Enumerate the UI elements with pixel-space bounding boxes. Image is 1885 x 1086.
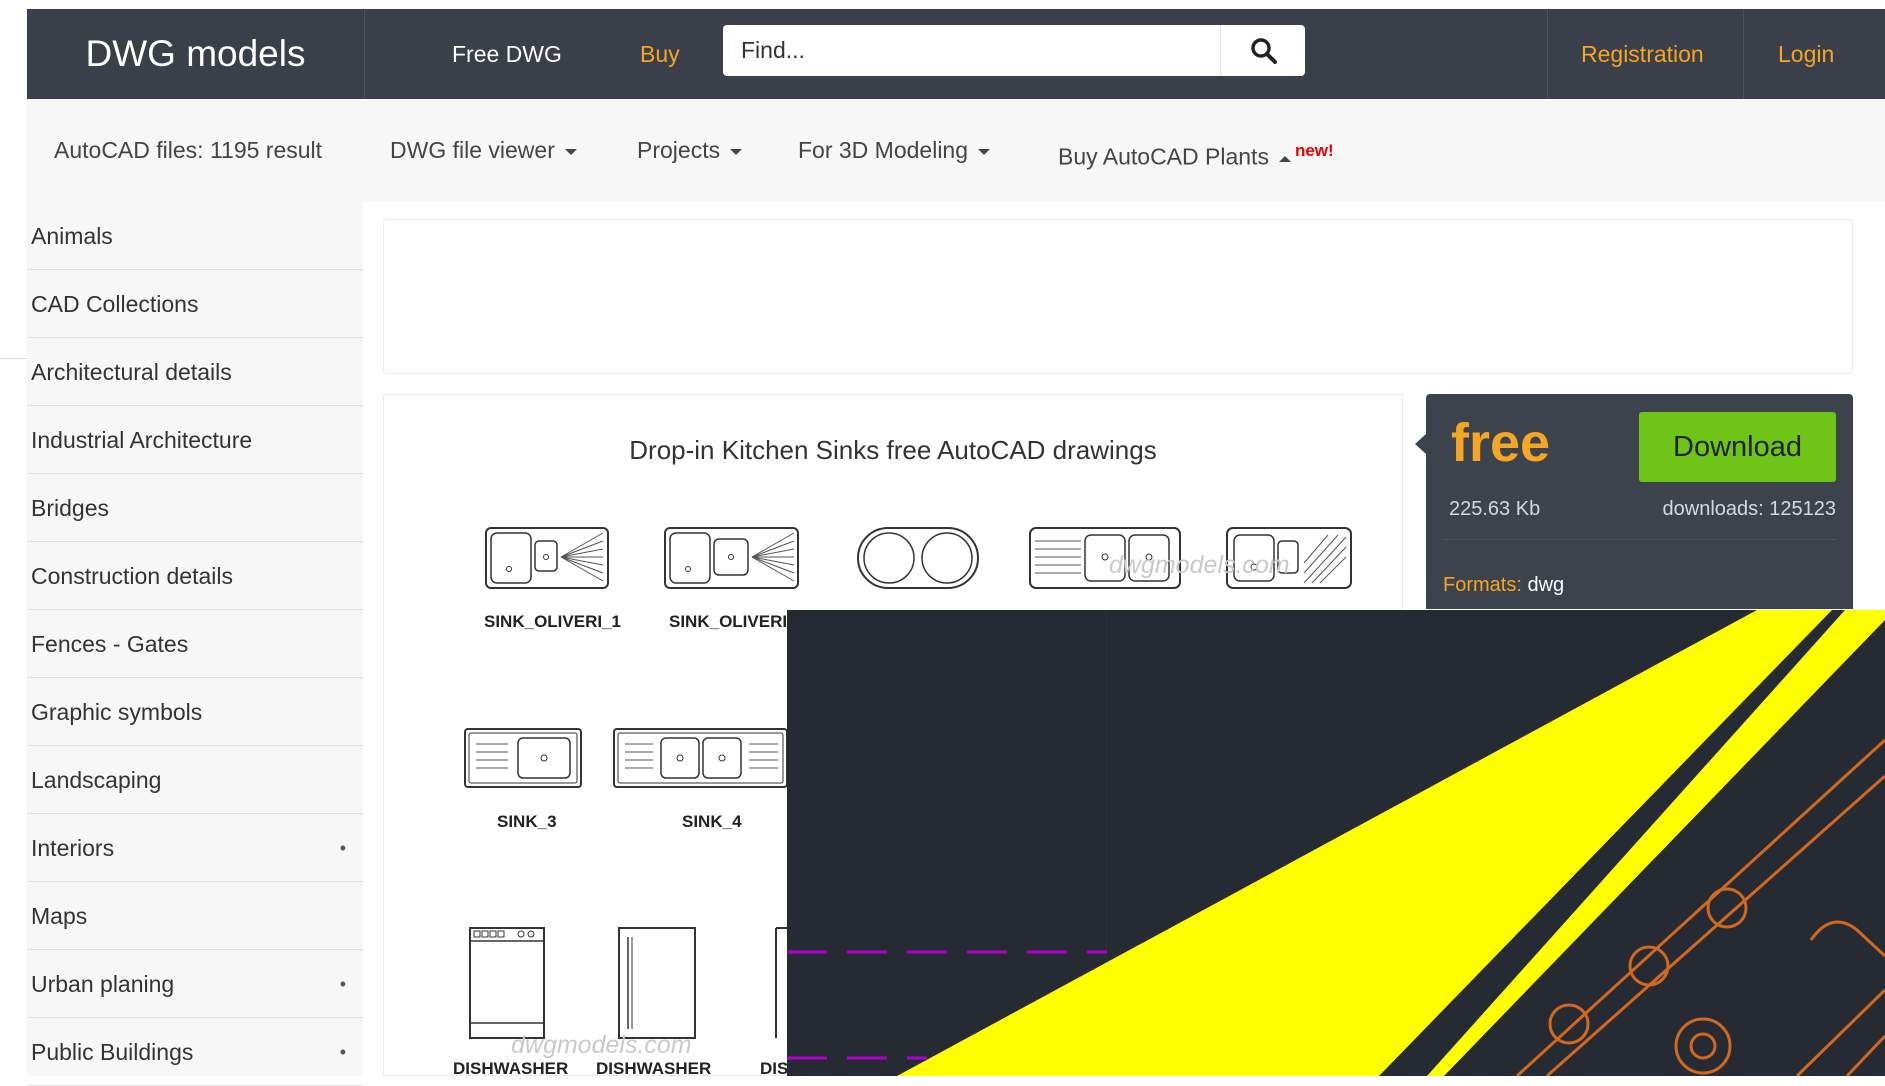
download-button[interactable]: Download (1639, 412, 1836, 482)
dishwasher-side-drawing[interactable] (618, 927, 696, 1039)
thumb-label: DISHWASHER (453, 1059, 569, 1078)
top-header: DWG models Free DWG Buy Find... Registra… (27, 9, 1885, 99)
sink-oliveri-1-drawing[interactable] (485, 527, 609, 589)
dropdown-label: DWG file viewer (390, 137, 555, 163)
sidebar-item-label: Public Buildings (31, 1039, 194, 1065)
sidebar-item-architectural-details[interactable]: Architectural details (27, 338, 363, 406)
header-divider (1743, 9, 1744, 99)
thumb-label: SINK_4 (682, 812, 742, 831)
caret-up-icon (1278, 155, 1291, 162)
download-count: downloads: 125123 (1662, 498, 1836, 520)
search-button[interactable] (1220, 25, 1305, 76)
sidebar-item-industrial-architecture[interactable]: Industrial Architecture (27, 406, 363, 474)
sidebar-item-interiors[interactable]: Interiors • (27, 814, 363, 882)
formats-value: dwg (1527, 574, 1565, 596)
divider (0, 358, 27, 359)
header-divider (364, 9, 365, 99)
download-panel: free Download 225.63 Kb downloads: 12512… (1415, 394, 1853, 609)
sidebar-item-label: Interiors (31, 835, 115, 861)
site-logo[interactable]: DWG models (27, 9, 364, 99)
sidebar-item-urban-planing[interactable]: Urban planing • (27, 950, 363, 1018)
registration-link[interactable]: Registration (1581, 9, 1704, 99)
buy-link[interactable]: Buy (640, 9, 680, 99)
submenu-dot-icon: • (339, 974, 346, 994)
sidebar-item-bridges[interactable]: Bridges (27, 474, 363, 542)
dwg-viewer-dropdown[interactable]: DWG file viewer (390, 99, 577, 202)
dropdown-label: For 3D Modeling (798, 137, 969, 163)
category-sidebar: Animals CAD Collections Architectural de… (27, 202, 363, 1086)
sidebar-item-label: Maps (31, 903, 88, 929)
sidebar-item-label: Fences - Gates (31, 631, 189, 657)
new-badge: new! (1294, 141, 1334, 160)
sink-oliveri-drawing[interactable] (664, 527, 799, 589)
dropdown-label: Buy AutoCAD Plants (1058, 143, 1269, 170)
formats-row: Formats: dwg (1443, 574, 1564, 597)
sink-3-drawing[interactable] (464, 728, 582, 788)
result-count: AutoCAD files: 1195 result (54, 137, 323, 163)
thumb-label: DISHWASHER (596, 1059, 712, 1078)
sink-4-drawing[interactable] (613, 728, 788, 788)
round-double-sink-drawing[interactable] (857, 527, 979, 589)
panel-arrow (1415, 434, 1426, 454)
sidebar-item-label: Bridges (31, 495, 109, 521)
thumb-label: SINK_OLIVERI (669, 612, 788, 631)
header-divider (1547, 9, 1548, 99)
search-icon (1251, 38, 1277, 64)
free-dwg-link[interactable]: Free DWG (452, 9, 562, 99)
file-size: 225.63 Kb (1449, 498, 1541, 520)
formats-label: Formats: (1443, 574, 1522, 596)
divider (1443, 539, 1836, 540)
sidebar-item-graphic-symbols[interactable]: Graphic symbols (27, 678, 363, 746)
projects-dropdown[interactable]: Projects (637, 99, 743, 202)
submenu-dot-icon: • (339, 838, 346, 858)
sidebar-item-label: Urban planing (31, 971, 175, 997)
search-input[interactable]: Find... (723, 25, 1220, 76)
dropdown-label: Projects (637, 137, 721, 163)
sidebar-item-maps[interactable]: Maps (27, 882, 363, 950)
sidebar-item-construction-details[interactable]: Construction details (27, 542, 363, 610)
sidebar-item-landscaping[interactable]: Landscaping (27, 746, 363, 814)
cad-drawing-overlay (787, 610, 1885, 1076)
ad-banner (383, 219, 1853, 374)
sidebar-item-fences-gates[interactable]: Fences - Gates (27, 610, 363, 678)
watermark: dwgmodels.com (1109, 551, 1290, 579)
watermark: dwgmodels.com (511, 1031, 692, 1059)
thumb-label: SINK_3 (497, 812, 557, 831)
sidebar-item-label: Construction details (31, 563, 233, 589)
sidebar-item-label: Graphic symbols (31, 699, 203, 725)
price-label: free (1451, 413, 1551, 473)
sidebar-item-label: CAD Collections (31, 291, 199, 317)
thumb-label: DIS (760, 1059, 789, 1078)
drawing-title: Drop-in Kitchen Sinks free AutoCAD drawi… (629, 435, 1157, 465)
3d-modeling-dropdown[interactable]: For 3D Modeling (798, 99, 991, 202)
login-link[interactable]: Login (1778, 9, 1834, 99)
sidebar-item-label: Landscaping (31, 767, 162, 793)
sidebar-item-animals[interactable]: Animals (27, 202, 363, 270)
sidebar-item-label: Architectural details (31, 359, 232, 385)
dishwasher-front-drawing[interactable] (469, 927, 545, 1039)
caret-down-icon (564, 148, 577, 155)
caret-down-icon (730, 148, 743, 155)
sidebar-item-label: Animals (31, 223, 113, 249)
buy-plants-dropdown[interactable]: Buy AutoCAD Plants new! (1058, 99, 1334, 202)
caret-down-icon (978, 148, 991, 155)
secondary-nav: AutoCAD files: 1195 result DWG file view… (27, 99, 1885, 202)
sidebar-item-label: Industrial Architecture (31, 427, 253, 453)
thumb-label: SINK_OLIVERI_1 (484, 612, 621, 631)
sidebar-item-cad-collections[interactable]: CAD Collections (27, 270, 363, 338)
